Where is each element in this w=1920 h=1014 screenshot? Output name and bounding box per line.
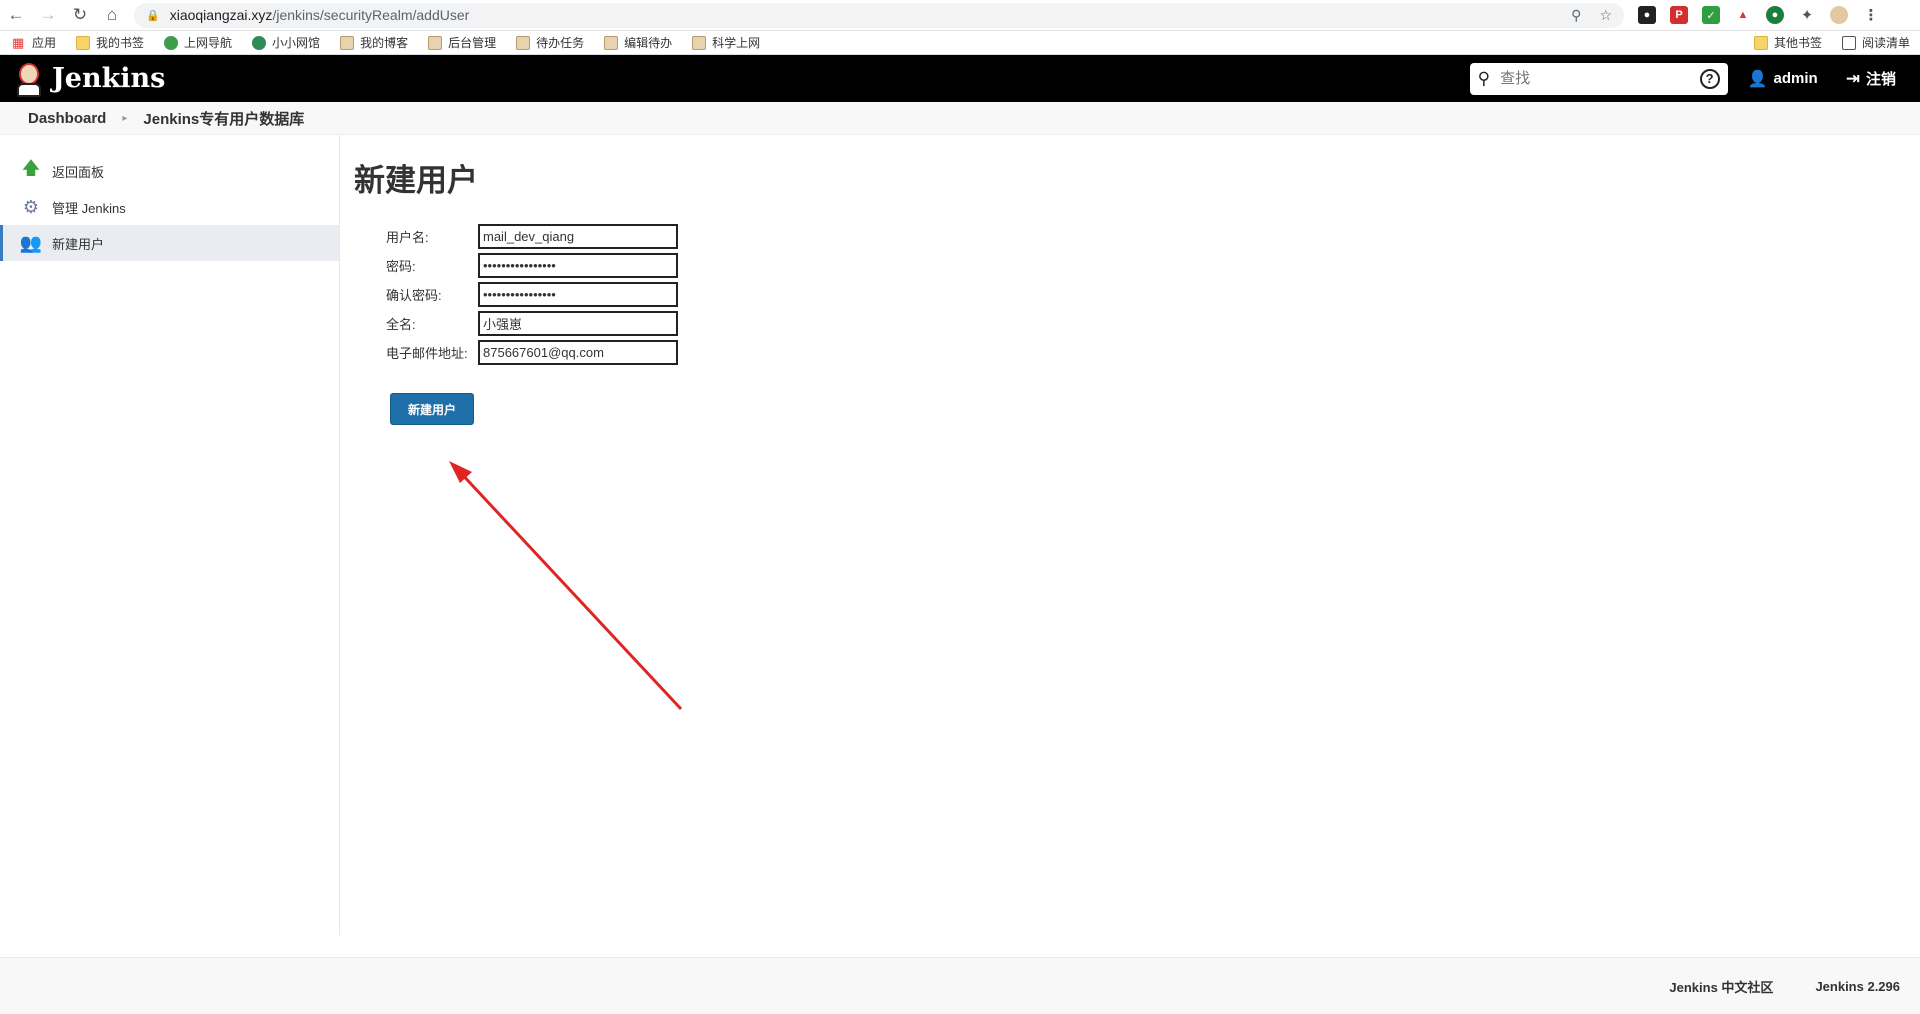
folder-icon: [76, 35, 91, 50]
fullname-field[interactable]: [478, 311, 678, 336]
menu-icon[interactable]: ⋮: [1862, 6, 1880, 24]
globe-icon[interactable]: ●: [1766, 6, 1784, 24]
page-icon: [604, 35, 619, 50]
address-bar[interactable]: 🔒 xiaoqiangzai.xyz/jenkins/securityRealm…: [134, 2, 1624, 28]
bookmark-item[interactable]: 上网导航: [164, 34, 232, 51]
bookmark-item[interactable]: 待办任务: [516, 34, 584, 51]
chevron-right-icon: ▸: [122, 112, 128, 124]
page-icon: [692, 35, 707, 50]
extension-icon[interactable]: P: [1670, 6, 1688, 24]
jenkins-header: Jenkins ⚲ ? 👤 admin ⇥ 注销: [0, 55, 1920, 102]
email-label: 电子邮件地址:: [386, 346, 468, 361]
username-field[interactable]: [478, 224, 678, 249]
password-field[interactable]: [478, 253, 678, 278]
bookmark-apps[interactable]: ▦ 应用: [12, 34, 56, 51]
reload-icon[interactable]: ↻: [64, 0, 96, 31]
form-row: 确认密码:: [386, 280, 1906, 309]
reading-list[interactable]: 阅读清单: [1841, 34, 1910, 51]
folder-icon: [1753, 35, 1768, 50]
form-row: 密码:: [386, 251, 1906, 280]
gear-icon: ⚙: [22, 196, 40, 217]
side-panel: 🡅 返回面板 ⚙ 管理 Jenkins 👥 新建用户: [0, 135, 340, 935]
page-icon: [516, 35, 531, 50]
bookmark-item[interactable]: 科学上网: [692, 34, 760, 51]
search-icon: ⚲: [1477, 68, 1491, 88]
confirm-password-field[interactable]: [478, 282, 678, 307]
bookmark-item[interactable]: 后台管理: [428, 34, 496, 51]
form-row: 全名:: [386, 309, 1906, 338]
create-user-button[interactable]: 新建用户: [390, 393, 474, 425]
form-row: 电子邮件地址:: [386, 338, 1906, 367]
breadcrumb-dashboard[interactable]: Dashboard: [28, 110, 106, 127]
sidebar-item-label: 管理 Jenkins: [52, 200, 126, 216]
sidebar-item-back-dashboard[interactable]: 🡅 返回面板: [0, 153, 339, 189]
browser-toolbar: ← → ↻ ⌂ 🔒 xiaoqiangzai.xyz/jenkins/secur…: [0, 0, 1920, 31]
key-icon[interactable]: ⚲: [1571, 7, 1581, 24]
version-link[interactable]: Jenkins 2.296: [1815, 979, 1900, 994]
user-icon: 👤: [1747, 70, 1768, 88]
search-input[interactable]: [1500, 70, 1700, 87]
page-icon: [164, 35, 179, 50]
search-box: ⚲ ?: [1469, 62, 1728, 95]
shield-icon[interactable]: ✓: [1702, 6, 1720, 24]
bookmark-item[interactable]: 我的博客: [340, 34, 408, 51]
jenkins-logo[interactable]: Jenkins: [14, 61, 165, 97]
sidebar-item-label: 返回面板: [52, 164, 105, 180]
url-path: /jenkins/securityRealm/addUser: [272, 7, 470, 23]
reading-list-icon: [1841, 35, 1856, 50]
home-icon[interactable]: ⌂: [96, 0, 128, 31]
jenkins-butler-icon: [14, 61, 44, 97]
avatar[interactable]: [1830, 6, 1848, 24]
star-icon[interactable]: ☆: [1599, 7, 1612, 24]
page-title: 新建用户: [354, 163, 478, 198]
back-icon[interactable]: ←: [0, 0, 32, 31]
extension-icon[interactable]: ●: [1638, 6, 1656, 24]
sidebar-item-new-user[interactable]: 👥 新建用户: [0, 225, 339, 261]
bookmark-item[interactable]: 我的书签: [76, 34, 144, 51]
extensions-bar: ● P ✓ ▲ ● ✦ ⋮: [1638, 6, 1880, 24]
main-area: 🡅 返回面板 ⚙ 管理 Jenkins 👥 新建用户 新建用户 用户名: 密码:…: [0, 135, 1920, 935]
page-footer: Jenkins 中文社区 Jenkins 2.296: [0, 957, 1920, 1014]
password-label: 密码:: [386, 259, 416, 274]
url-host: xiaoqiangzai.xyz: [169, 7, 273, 23]
fullname-label: 全名:: [386, 317, 416, 332]
new-user-form: 用户名: 密码: 确认密码: 全名: 电子邮件地址: 新建用户: [386, 222, 1906, 425]
page-icon: [252, 35, 267, 50]
bookmark-item[interactable]: 小小网馆: [252, 34, 320, 51]
email-field[interactable]: [478, 340, 678, 365]
breadcrumb-user-database[interactable]: Jenkins专有用户数据库: [143, 108, 304, 129]
logout-icon: ⇥: [1845, 68, 1860, 88]
sidebar-item-label: 新建用户: [52, 236, 105, 252]
community-link[interactable]: Jenkins 中文社区: [1669, 977, 1773, 996]
apps-icon: ▦: [12, 34, 25, 50]
main-panel: 新建用户 用户名: 密码: 确认密码: 全名: 电子邮件地址: 新建: [340, 135, 1920, 935]
help-icon[interactable]: ?: [1699, 68, 1720, 89]
page-icon: [428, 35, 443, 50]
forward-icon[interactable]: →: [32, 0, 64, 31]
breadcrumb: Dashboard ▸ Jenkins专有用户数据库: [0, 102, 1920, 135]
bookmark-item[interactable]: 编辑待办: [604, 34, 672, 51]
puzzle-icon[interactable]: ✦: [1798, 6, 1816, 24]
bookmark-other[interactable]: 其他书签: [1753, 34, 1822, 51]
sidebar-item-manage-jenkins[interactable]: ⚙ 管理 Jenkins: [0, 189, 339, 225]
users-icon: 👥: [19, 232, 43, 253]
extension-icon[interactable]: ▲: [1734, 6, 1752, 24]
confirm-password-label: 确认密码:: [386, 288, 442, 303]
user-menu[interactable]: 👤 admin: [1748, 69, 1818, 89]
form-row: 用户名:: [386, 222, 1906, 251]
logout-link[interactable]: ⇥ 注销: [1846, 68, 1896, 89]
username-label: 用户名:: [386, 230, 429, 245]
lock-icon: 🔒: [146, 9, 160, 22]
bookmarks-bar: ▦ 应用 我的书签 上网导航 小小网馆 我的博客 后台管理 待办任务 编辑待办 科…: [0, 31, 1920, 55]
page-icon: [340, 35, 355, 50]
up-arrow-icon: 🡅: [21, 158, 41, 178]
